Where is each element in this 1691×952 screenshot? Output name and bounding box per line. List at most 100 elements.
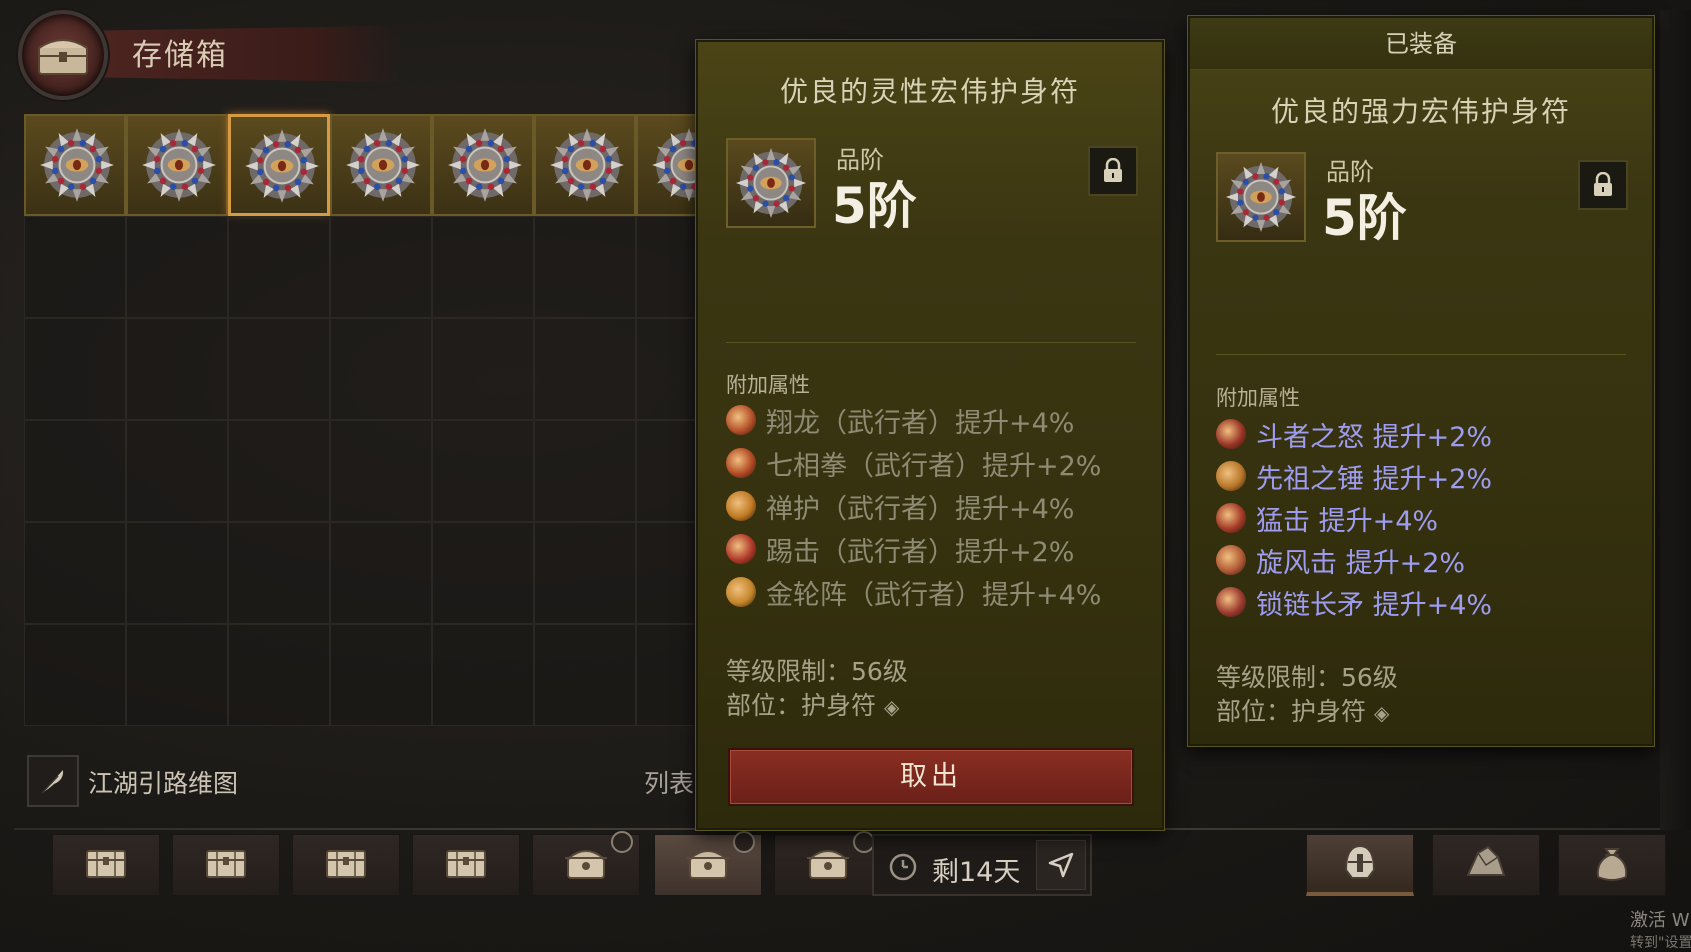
slot-text: 部位：护身符	[1216, 697, 1367, 726]
equipped-banner: 已装备	[1190, 18, 1652, 70]
inventory-slot-empty[interactable]	[534, 522, 636, 624]
watermark-line2: 转到"设置	[1630, 935, 1691, 951]
inventory-slot-empty[interactable]	[534, 318, 636, 420]
slot-text: 部位：护身符	[726, 691, 877, 720]
storage-tab-1[interactable]	[52, 834, 160, 896]
ornate-chest-icon	[805, 844, 851, 886]
inventory-slot-empty[interactable]	[534, 216, 636, 318]
inventory-slot-empty[interactable]	[126, 522, 228, 624]
inventory-slot-empty[interactable]	[228, 318, 330, 420]
item-name: 优良的灵性宏伟护身符	[779, 75, 1080, 108]
amulet-icon	[241, 125, 323, 207]
affix-row: 斗者之怒 提升+2%	[1216, 414, 1492, 454]
storage-tab-7[interactable]	[774, 831, 882, 896]
category-tab-2[interactable]	[1432, 834, 1540, 896]
inventory-slot-empty[interactable]	[330, 318, 432, 420]
affix-row: 猛击 提升+4%	[1216, 498, 1438, 538]
category-tab-3[interactable]	[1558, 834, 1666, 896]
clock-icon	[889, 853, 917, 881]
timer-text: 剩14天	[932, 857, 1021, 888]
separator	[1216, 354, 1626, 355]
inventory-slot-empty[interactable]	[432, 216, 534, 318]
skill-icon	[1216, 461, 1246, 491]
inventory-slot-empty[interactable]	[24, 420, 126, 522]
inventory-slot-empty[interactable]	[24, 216, 126, 318]
affix-row: 翔龙（武行者）提升+4%	[726, 400, 1074, 440]
inventory-slot-empty[interactable]	[432, 318, 534, 420]
storage-tab-3[interactable]	[292, 834, 400, 896]
storage-tab-5[interactable]	[532, 831, 640, 896]
inventory-slot-empty[interactable]	[330, 522, 432, 624]
item-tooltip-storage: 优良的灵性宏伟护身符 品阶 5阶 附加属性 翔龙（武行者）提升+4% 七相拳（武行…	[696, 40, 1164, 830]
affix-text: 猛击 提升+4%	[1256, 505, 1439, 537]
skill-icon	[726, 577, 756, 607]
inventory-slot-empty[interactable]	[24, 318, 126, 420]
affix-row: 旋风击 提升+2%	[1216, 540, 1465, 580]
affix-row: 先祖之锤 提升+2%	[1216, 456, 1492, 496]
storage-tab-6[interactable]	[654, 831, 762, 896]
inventory-slot-empty[interactable]	[24, 624, 126, 726]
storage-header: 存储箱	[10, 6, 420, 100]
inventory-slot-filled[interactable]	[534, 114, 636, 216]
inventory-slot-empty[interactable]	[432, 522, 534, 624]
inventory-slot-empty[interactable]	[24, 522, 126, 624]
lock-icon[interactable]	[1578, 160, 1628, 210]
skill-icon	[1216, 587, 1246, 617]
skill-icon	[726, 405, 756, 435]
affix-row: 七相拳（武行者）提升+2%	[726, 443, 1101, 483]
affix-text: 旋风击 提升+2%	[1256, 547, 1466, 579]
inventory-slot-filled[interactable]	[24, 114, 126, 216]
affix-text: 斗者之怒 提升+2%	[1256, 421, 1493, 453]
inventory-slot-empty[interactable]	[228, 216, 330, 318]
storage-tab-4[interactable]	[412, 834, 520, 896]
inventory-slot-empty[interactable]	[330, 420, 432, 522]
rank-value: 5阶	[1322, 189, 1407, 247]
inventory-slot-empty[interactable]	[126, 624, 228, 726]
background-edge	[1660, 10, 1691, 830]
inventory-slot-filled[interactable]	[330, 114, 432, 216]
chest-icon	[18, 10, 108, 100]
affix-row: 金轮阵（武行者）提升+4%	[726, 572, 1101, 612]
affix-row: 踢击（武行者）提升+2%	[726, 529, 1074, 569]
inventory-slot-empty[interactable]	[228, 522, 330, 624]
inventory-slot-empty[interactable]	[534, 420, 636, 522]
inventory-slot-empty[interactable]	[228, 420, 330, 522]
chest-icon	[323, 845, 369, 885]
level-requirement: 等级限制：56级	[1216, 663, 1398, 692]
guide-label[interactable]: 江湖引路维图	[88, 764, 238, 800]
inventory-slot-empty[interactable]	[330, 216, 432, 318]
ornate-chest-icon	[563, 844, 609, 886]
chest-icon	[83, 845, 129, 885]
inventory-slot-filled[interactable]	[432, 114, 534, 216]
list-label[interactable]: 列表	[644, 764, 694, 800]
affix-text: 禅护（武行者）提升+4%	[766, 493, 1075, 525]
send-icon[interactable]	[1036, 840, 1086, 890]
category-tab-1[interactable]	[1306, 834, 1414, 896]
amulet-slot-icon: ◈	[883, 695, 900, 719]
chest-icon	[443, 845, 489, 885]
bag-icon	[1592, 841, 1632, 889]
inventory-slot-empty[interactable]	[330, 624, 432, 726]
inventory-slot-filled[interactable]	[126, 114, 228, 216]
slot-type: 部位：护身符 ◈	[726, 686, 899, 722]
inventory-slot-empty[interactable]	[432, 624, 534, 726]
take-out-button[interactable]: 取出	[728, 748, 1134, 806]
inventory-slot-empty[interactable]	[126, 420, 228, 522]
amulet-icon	[1216, 152, 1306, 242]
inventory-slot-filled[interactable]	[228, 114, 330, 216]
inventory-slot-empty[interactable]	[432, 420, 534, 522]
chest-icon	[203, 845, 249, 885]
storage-grid	[24, 114, 738, 734]
feather-icon[interactable]	[27, 755, 79, 807]
separator	[726, 342, 1136, 343]
storage-tab-2[interactable]	[172, 834, 280, 896]
affix-text: 翔龙（武行者）提升+4%	[766, 407, 1075, 439]
item-tooltip-equipped: 已装备 优良的强力宏伟护身符 品阶 5阶 附加属性 斗者之怒 提升+2% 先祖之锤…	[1188, 16, 1654, 746]
inventory-slot-empty[interactable]	[126, 318, 228, 420]
inventory-slot-empty[interactable]	[534, 624, 636, 726]
lock-icon[interactable]	[1088, 146, 1138, 196]
amulet-icon	[138, 124, 220, 206]
inventory-slot-empty[interactable]	[228, 624, 330, 726]
amulet-slot-icon: ◈	[1373, 701, 1390, 725]
inventory-slot-empty[interactable]	[126, 216, 228, 318]
